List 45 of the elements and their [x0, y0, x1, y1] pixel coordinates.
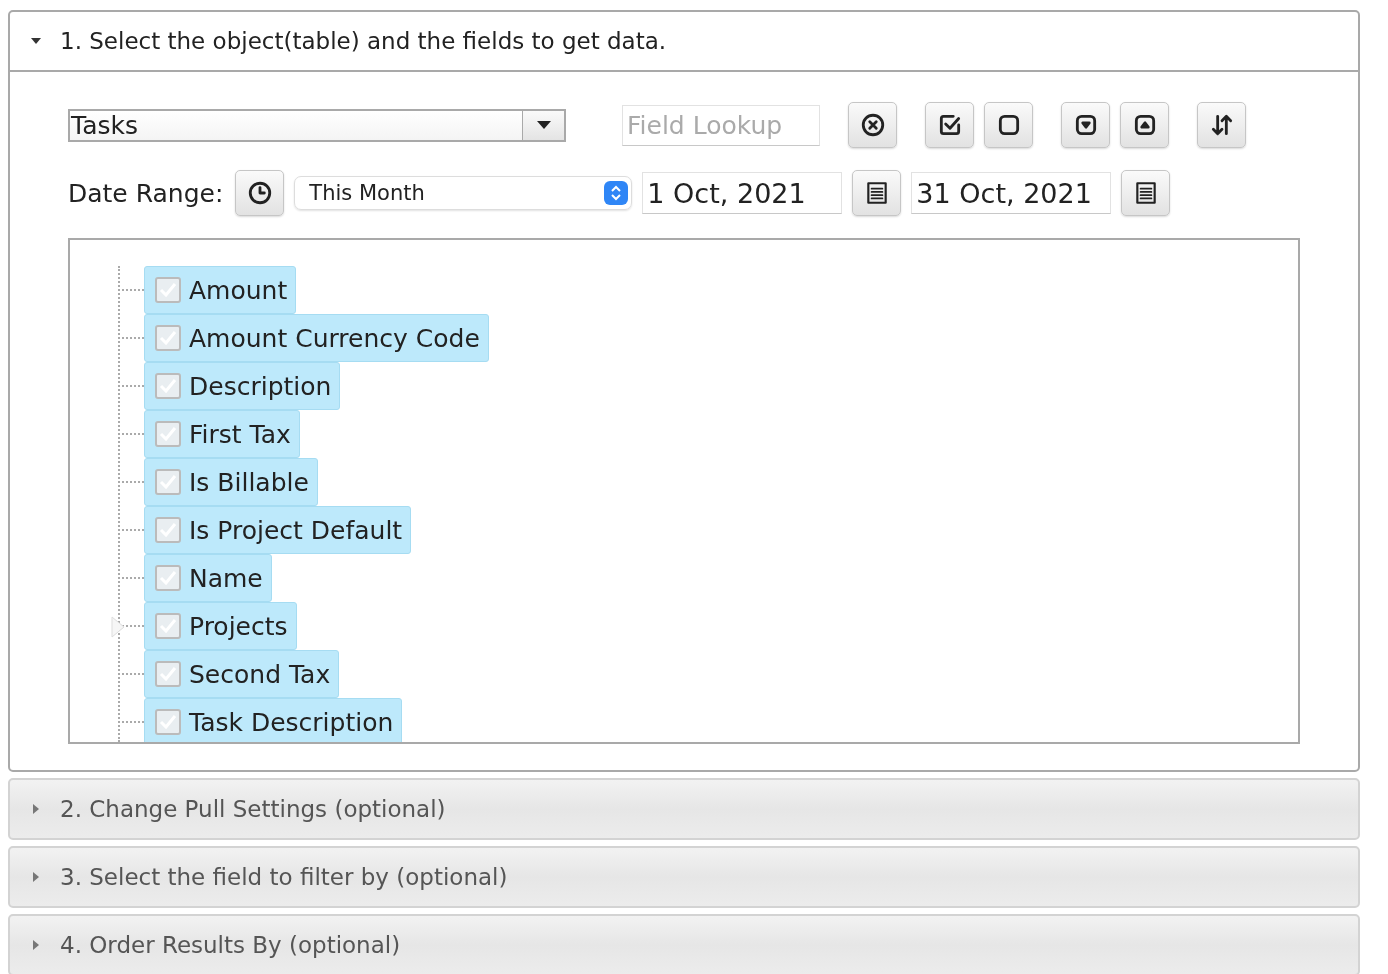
checkbox[interactable]	[155, 325, 181, 351]
checkbox[interactable]	[155, 565, 181, 591]
collapse-all-button[interactable]	[1120, 102, 1169, 148]
section-header[interactable]: 1. Select the object(table) and the fields to get data.	[10, 12, 1358, 72]
tree-item[interactable]: Is Billable	[144, 458, 318, 506]
clear-button[interactable]	[848, 102, 897, 148]
section-header[interactable]: 4. Order Results By (optional)	[10, 916, 1358, 974]
checkbox[interactable]	[155, 421, 181, 447]
tree-item[interactable]: Task Description	[144, 698, 403, 742]
date-preset-select[interactable]: This Month	[294, 176, 633, 210]
field-lookup-input[interactable]: Field Lookup	[622, 104, 820, 146]
calendar-button[interactable]	[852, 170, 902, 216]
check-all-button[interactable]	[925, 102, 974, 148]
tree-item[interactable]: Name	[144, 554, 272, 602]
checkbox[interactable]	[155, 517, 181, 543]
checkbox[interactable]	[155, 613, 181, 639]
start-date-input[interactable]: 1 Oct, 2021	[642, 172, 843, 214]
tree-item[interactable]: Description	[144, 362, 341, 410]
tree-item[interactable]: Amount Currency Code	[144, 314, 489, 362]
checkbox[interactable]	[155, 373, 181, 399]
close-circle-icon	[859, 112, 886, 138]
sort-button[interactable]	[1197, 102, 1246, 148]
checkbox[interactable]	[155, 277, 181, 303]
checkbox[interactable]	[155, 661, 181, 687]
clock-icon	[246, 180, 273, 206]
object-select[interactable]: Tasks	[68, 108, 566, 142]
tree-item[interactable]: First Tax	[144, 410, 300, 458]
expand-all-button[interactable]	[1061, 102, 1110, 148]
checkbox[interactable]	[155, 469, 181, 495]
tree-item[interactable]: Amount	[144, 266, 297, 314]
uncheck-all-button[interactable]	[984, 102, 1033, 148]
caret-down-icon	[536, 121, 551, 129]
tree-item[interactable]: Second Tax	[144, 650, 340, 698]
stepper-icon	[604, 181, 629, 205]
clock-button[interactable]	[235, 170, 285, 216]
tree-item[interactable]: Is Project Default	[144, 506, 412, 554]
calendar-button[interactable]	[1121, 170, 1171, 216]
expand-arrow-icon[interactable]	[110, 615, 126, 639]
section-header[interactable]: 2. Change Pull Settings (optional)	[10, 780, 1358, 838]
section-header[interactable]: 3. Select the field to filter by (optional)	[10, 848, 1358, 906]
date-range-label: Date Range:	[68, 178, 224, 208]
checkbox[interactable]	[155, 709, 181, 735]
end-date-input[interactable]: 31 Oct, 2021	[911, 172, 1112, 214]
tree-item[interactable]: Projects	[144, 602, 297, 650]
dropdown-button[interactable]	[522, 110, 564, 140]
